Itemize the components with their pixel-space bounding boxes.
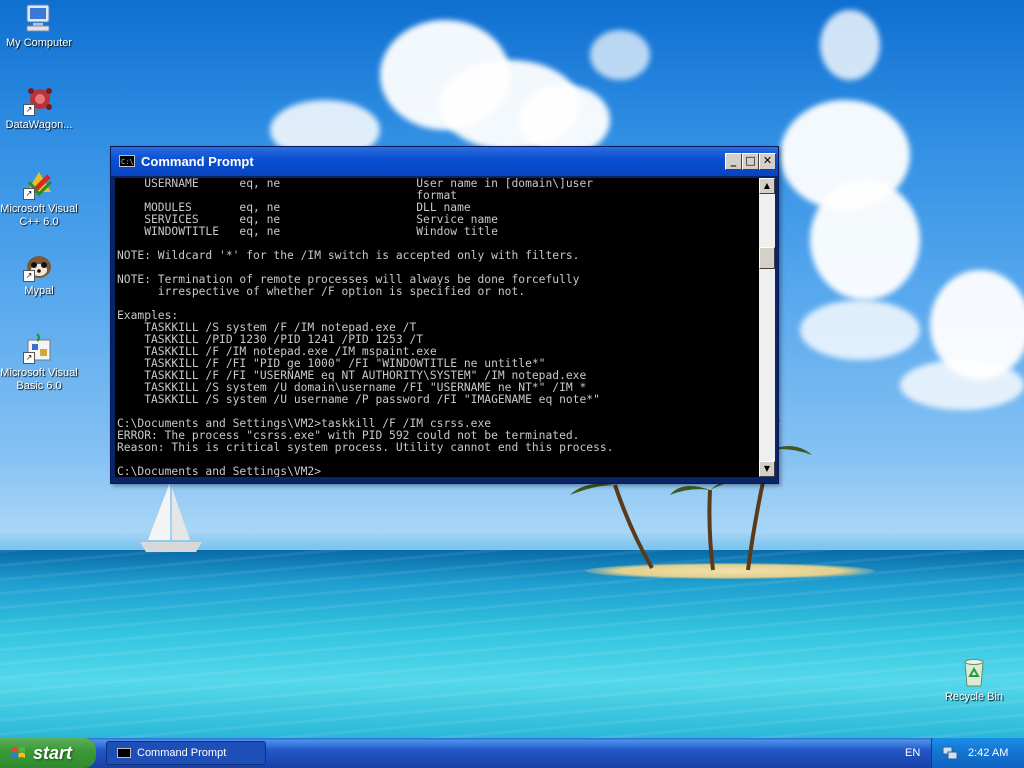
mypal-icon: ↗ [23, 250, 55, 282]
desktop-icon-my-computer[interactable]: My Computer [0, 2, 78, 50]
recycle-bin-icon [958, 656, 990, 688]
console-line: C:\Documents and Settings\VM2> [117, 465, 322, 478]
console-line: TASKKILL /S system /U username /P passwo… [117, 393, 600, 406]
desktop-icon-label: Recycle Bin [944, 691, 1004, 703]
start-label: start [33, 743, 73, 763]
desktop-icon-label: Microsoft Visual Basic 6.0 [0, 367, 78, 392]
console-output[interactable]: USERNAME eq, ne User name in [domain\]us… [115, 178, 759, 477]
background-cloud [810, 180, 920, 300]
shortcut-arrow-icon: ↗ [23, 104, 35, 116]
desktop-icon-recycle-bin[interactable]: Recycle Bin [935, 656, 1013, 704]
datawagon-icon: ↗ [23, 84, 55, 116]
scroll-up-icon[interactable]: ▲ [759, 178, 775, 194]
background-cloud [590, 30, 650, 80]
desktop-icon-label: Microsoft Visual C++ 6.0 [0, 203, 78, 228]
visual-basic-icon: ↗ [23, 332, 55, 364]
console-line: WINDOWTITLE eq, ne Window title [117, 225, 498, 238]
my-computer-icon [23, 2, 55, 34]
minimize-button[interactable]: _ [725, 153, 742, 170]
shortcut-arrow-icon: ↗ [23, 188, 35, 200]
visual-cpp-icon: ↗ [23, 168, 55, 200]
background-cloud [800, 300, 920, 360]
window-titlebar[interactable]: C:\ Command Prompt _ □ ✕ [111, 147, 778, 176]
console-line: irrespective of whether /F option is spe… [117, 285, 526, 298]
shortcut-arrow-icon: ↗ [23, 270, 35, 282]
console-line: Reason: This is critical system process.… [117, 441, 614, 454]
maximize-button[interactable]: □ [742, 153, 759, 170]
close-button[interactable]: ✕ [759, 153, 776, 170]
desktop-icon-label: DataWagon... [5, 119, 73, 131]
scroll-down-icon[interactable]: ▼ [759, 461, 775, 477]
taskbar: start Command Prompt EN 2:42 AM [0, 738, 1024, 768]
system-tray: 2:42 AM [931, 738, 1024, 768]
desktop-icon-label: Mypal [24, 285, 54, 297]
desktop-icon-datawagon[interactable]: ↗ DataWagon... [0, 84, 78, 132]
background-cloud [520, 85, 610, 155]
desktop-icon-label: My Computer [5, 37, 73, 49]
shortcut-arrow-icon: ↗ [23, 352, 35, 364]
taskbar-item-label: Command Prompt [137, 747, 227, 759]
clock[interactable]: 2:42 AM [968, 738, 1008, 768]
start-button[interactable]: start [0, 738, 96, 768]
taskbar-item-command-prompt[interactable]: Command Prompt [106, 741, 266, 765]
ocean [0, 550, 1024, 738]
sailboat [140, 482, 202, 552]
console-line: NOTE: Wildcard '*' for the /IM switch is… [117, 249, 580, 262]
window-title: Command Prompt [141, 154, 254, 169]
command-prompt-window[interactable]: C:\ Command Prompt _ □ ✕ USERNAME eq, ne… [110, 146, 779, 484]
scrollbar-thumb[interactable] [759, 247, 775, 269]
console-icon: C:\ [119, 155, 135, 167]
desktop-icon-visual-cpp[interactable]: ↗ Microsoft Visual C++ 6.0 [0, 168, 78, 229]
console-icon [117, 748, 131, 758]
desktop-icon-visual-basic[interactable]: ↗ Microsoft Visual Basic 6.0 [0, 332, 78, 393]
background-cloud [900, 360, 1024, 410]
language-indicator[interactable]: EN [905, 738, 920, 768]
console-text: USERNAME eq, ne User name in [domain\]us… [115, 178, 759, 477]
background-cloud [820, 10, 880, 80]
vertical-scrollbar[interactable]: ▲ ▼ [759, 178, 775, 477]
desktop-icon-mypal[interactable]: ↗ Mypal [0, 250, 78, 298]
network-icon[interactable] [942, 745, 958, 761]
windows-flag-icon [11, 747, 25, 758]
